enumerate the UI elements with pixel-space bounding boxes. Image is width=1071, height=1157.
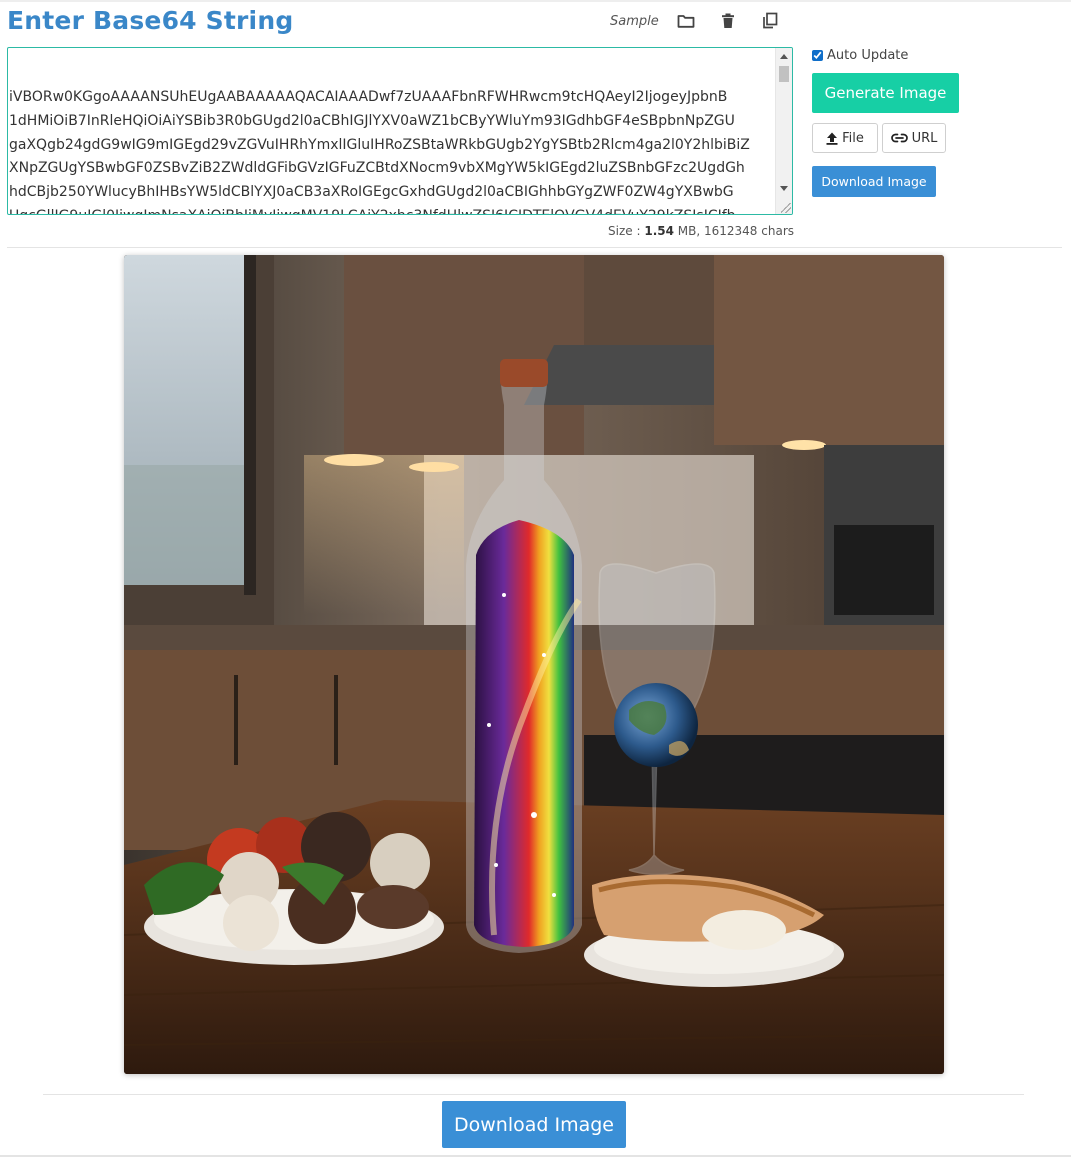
size-info: Size : 1.54 MB, 1612348 chars: [560, 224, 794, 238]
page-title: Enter Base64 String: [7, 6, 294, 35]
decoded-image: [124, 255, 944, 1074]
upload-icon: [826, 132, 838, 145]
top-divider: [0, 0, 1071, 2]
scroll-down-icon[interactable]: [780, 186, 788, 191]
file-button-label: File: [842, 130, 864, 146]
copy-icon[interactable]: [761, 12, 779, 30]
scroll-thumb[interactable]: [779, 66, 789, 82]
folder-icon[interactable]: [677, 12, 695, 30]
base64-text: iVBORw0KGgoAAAANSUhEUgAABAAAAAQACAIAAADw…: [9, 89, 750, 214]
file-button[interactable]: File: [812, 123, 878, 153]
auto-update-toggle[interactable]: Auto Update: [812, 48, 908, 63]
image-preview: [124, 255, 944, 1074]
download-image-button[interactable]: Download Image: [442, 1101, 626, 1148]
sample-link[interactable]: Sample: [610, 14, 659, 29]
base64-input-area[interactable]: iVBORw0KGgoAAAANSUhEUgAABAAAAAQACAIAAADw…: [7, 47, 793, 215]
size-unit: MB,: [673, 224, 704, 238]
auto-update-checkbox[interactable]: [812, 50, 823, 61]
editor-scrollbar[interactable]: [775, 48, 792, 214]
scroll-up-icon[interactable]: [780, 54, 788, 59]
download-image-button-top[interactable]: Download Image: [812, 166, 936, 197]
size-value: 1.54: [644, 224, 674, 238]
url-button[interactable]: URL: [882, 123, 946, 153]
generate-image-button[interactable]: Generate Image: [812, 73, 959, 113]
link-icon: [890, 133, 908, 143]
footer-divider: [43, 1094, 1024, 1095]
trash-icon[interactable]: [719, 12, 737, 30]
editor-toolbar: Sample: [610, 10, 803, 32]
section-divider: [7, 247, 1062, 248]
resize-grip-icon[interactable]: [781, 203, 791, 213]
size-label: Size :: [608, 224, 645, 238]
url-button-label: URL: [911, 130, 938, 146]
char-count: 1612348 chars: [704, 224, 794, 238]
base64-textarea[interactable]: iVBORw0KGgoAAAANSUhEUgAABAAAAAQACAIAAADw…: [8, 48, 776, 214]
auto-update-label: Auto Update: [827, 48, 909, 63]
